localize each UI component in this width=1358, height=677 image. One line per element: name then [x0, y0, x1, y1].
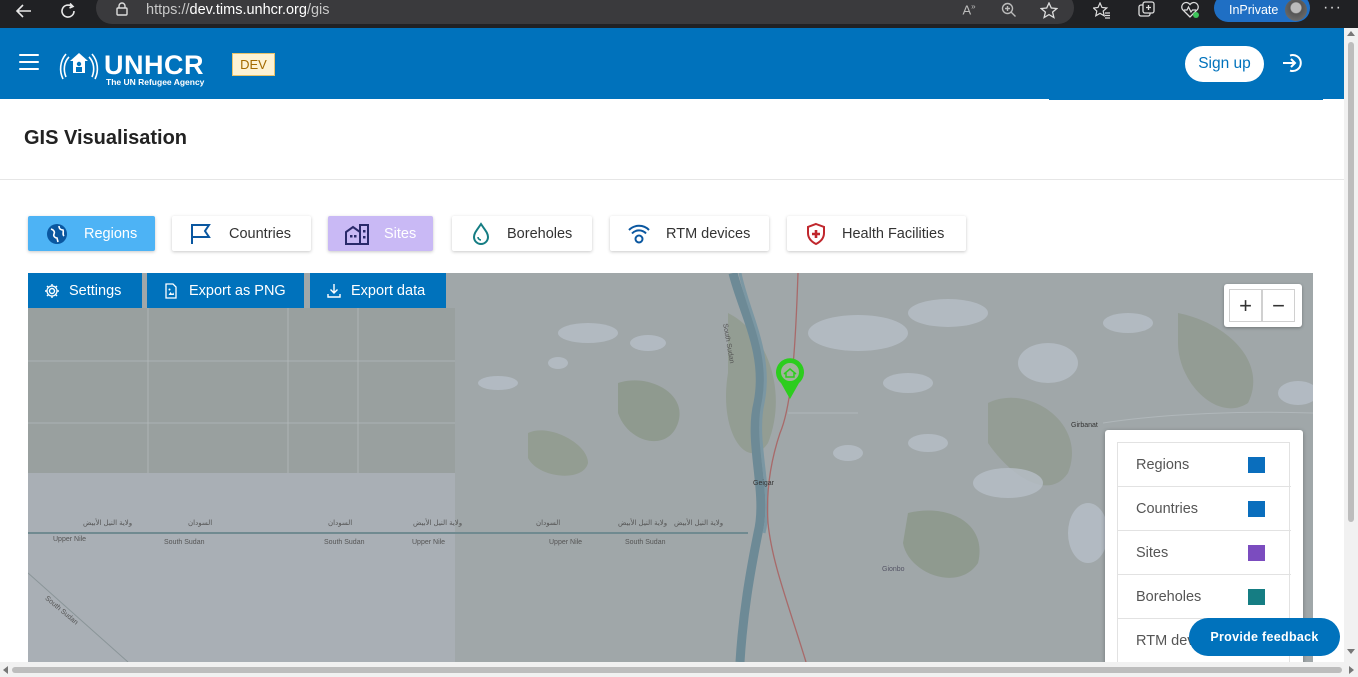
- legend-item-countries: Countries: [1118, 487, 1291, 531]
- scroll-left-icon[interactable]: [3, 666, 8, 674]
- layer-button-countries[interactable]: Countries: [172, 216, 311, 251]
- favorites-icon[interactable]: [1089, 0, 1115, 20]
- legend-swatch-boreholes: [1248, 589, 1265, 605]
- read-aloud-icon[interactable]: A»: [958, 1, 980, 19]
- browser-toolbar: https://dev.tims.unhcr.org/gis A» InPriv…: [0, 0, 1358, 28]
- zoom-controls: + −: [1224, 284, 1302, 327]
- signal-icon: [626, 222, 652, 246]
- map-label-arabic-5: السودان: [536, 520, 561, 527]
- favorite-star-icon[interactable]: [1038, 1, 1060, 19]
- avatar: [1285, 0, 1307, 21]
- settings-button[interactable]: Settings: [28, 273, 142, 308]
- refresh-icon[interactable]: [54, 0, 82, 22]
- zoom-icon[interactable]: [998, 1, 1020, 19]
- legend-item-sites: Sites: [1118, 531, 1291, 575]
- zoom-in-button[interactable]: +: [1229, 289, 1262, 322]
- map-label-south-sudan-2: South Sudan: [324, 539, 365, 546]
- map-label-upper-nile-3: Upper Nile: [549, 539, 583, 546]
- export-png-button[interactable]: Export as PNG: [147, 273, 304, 308]
- unhcr-emblem-icon: [57, 49, 101, 90]
- address-bar[interactable]: https://dev.tims.unhcr.org/gis A»: [96, 0, 1074, 24]
- url-scheme: https://: [146, 2, 190, 18]
- gear-icon: [44, 283, 60, 299]
- vertical-scroll-thumb[interactable]: [1348, 42, 1354, 522]
- file-image-icon: [163, 283, 179, 299]
- inprivate-label: InPrivate: [1229, 3, 1279, 17]
- legend-swatch-regions: [1248, 457, 1265, 473]
- header-underline: [1049, 98, 1323, 100]
- map-label-gionbo: Gionbo: [882, 566, 905, 573]
- layer-label-rtm-devices: RTM devices: [666, 226, 751, 242]
- collections-icon[interactable]: [1134, 0, 1160, 20]
- map-label-geigar: Geigar: [753, 480, 775, 487]
- map-label-arabic-2: السودان: [188, 520, 213, 527]
- legend-swatch-sites: [1248, 545, 1265, 561]
- layer-label-boreholes: Boreholes: [507, 226, 573, 242]
- menu-icon[interactable]: [19, 54, 39, 70]
- legend-swatch-countries: [1248, 501, 1265, 517]
- globe-icon: [44, 222, 70, 246]
- export-data-label: Export data: [351, 283, 426, 299]
- map-label-south-sudan-1: South Sudan: [164, 539, 205, 546]
- map-label-upper-nile-2: Upper Nile: [412, 539, 446, 546]
- scroll-right-icon[interactable]: [1349, 666, 1354, 674]
- layer-label-health-facilities: Health Facilities: [842, 226, 945, 242]
- map-label-south-sudan-3: South Sudan: [625, 539, 666, 546]
- more-options-icon[interactable]: ···: [1323, 0, 1342, 17]
- layer-label-regions: Regions: [84, 226, 138, 242]
- water-drop-icon: [468, 222, 494, 246]
- legend-label-boreholes: Boreholes: [1136, 589, 1202, 605]
- page-title: GIS Visualisation: [24, 127, 188, 149]
- health-shield-icon: [803, 222, 829, 246]
- app-header: UNHCR The UN Refugee Agency DEV Sign up: [0, 28, 1344, 99]
- logo-subtitle: The UN Refugee Agency: [106, 77, 205, 87]
- export-data-button[interactable]: Export data: [310, 273, 446, 308]
- legend-item-boreholes: Boreholes: [1118, 575, 1291, 619]
- legend-label-regions: Regions: [1136, 457, 1190, 473]
- back-icon[interactable]: [10, 0, 38, 22]
- browser-essentials-icon[interactable]: [1177, 0, 1203, 20]
- map-label-girbanat: Girbanat: [1071, 422, 1098, 429]
- legend-item-regions: Regions: [1118, 443, 1291, 487]
- layer-button-rtm-devices[interactable]: RTM devices: [610, 216, 769, 251]
- map-label-arabic-6: ولاية النيل الأبيض: [618, 520, 668, 527]
- building-icon: [344, 222, 370, 246]
- map-label-arabic-1: ولاية النيل الأبيض: [83, 520, 133, 527]
- env-badge: DEV: [232, 53, 275, 76]
- inprivate-badge[interactable]: InPrivate: [1214, 0, 1310, 22]
- layer-button-boreholes[interactable]: Boreholes: [452, 216, 592, 251]
- layer-label-sites: Sites: [384, 226, 417, 242]
- map-view[interactable]: Geigar Girbanat Gionbo Upper Nile South …: [28, 273, 1313, 662]
- provide-feedback-button[interactable]: Provide feedback: [1189, 618, 1340, 656]
- url-host: dev.tims.unhcr.org: [189, 2, 307, 18]
- layer-button-regions[interactable]: Regions: [28, 216, 155, 251]
- map-label-upper-nile-1: Upper Nile: [53, 536, 87, 543]
- export-png-label: Export as PNG: [189, 283, 286, 299]
- lock-icon: [116, 2, 128, 21]
- legend-label-countries: Countries: [1136, 501, 1199, 517]
- settings-label: Settings: [69, 283, 122, 299]
- sign-in-icon[interactable]: [1281, 52, 1305, 79]
- layer-label-countries: Countries: [229, 226, 292, 242]
- zoom-out-button[interactable]: −: [1262, 289, 1295, 322]
- scroll-up-icon[interactable]: [1347, 31, 1355, 36]
- horizontal-scroll-thumb[interactable]: [12, 667, 1342, 673]
- sign-up-button[interactable]: Sign up: [1185, 46, 1264, 82]
- horizontal-scrollbar[interactable]: [0, 662, 1358, 677]
- scroll-down-icon[interactable]: [1347, 649, 1355, 654]
- map-label-arabic-7: ولاية النيل الأبيض: [674, 520, 724, 527]
- layer-button-health-facilities[interactable]: Health Facilities: [787, 216, 966, 251]
- url-path: /gis: [306, 2, 330, 18]
- map-label-arabic-3: السودان: [328, 520, 353, 527]
- download-icon: [326, 283, 342, 299]
- url-text: https://dev.tims.unhcr.org/gis: [146, 2, 330, 18]
- legend-label-sites: Sites: [1136, 545, 1169, 561]
- vertical-scrollbar[interactable]: [1344, 28, 1358, 662]
- flag-icon: [188, 222, 214, 246]
- title-divider: [0, 179, 1344, 180]
- layer-button-sites[interactable]: Sites: [328, 216, 433, 251]
- map-label-arabic-4: ولاية النيل الأبيض: [413, 520, 463, 527]
